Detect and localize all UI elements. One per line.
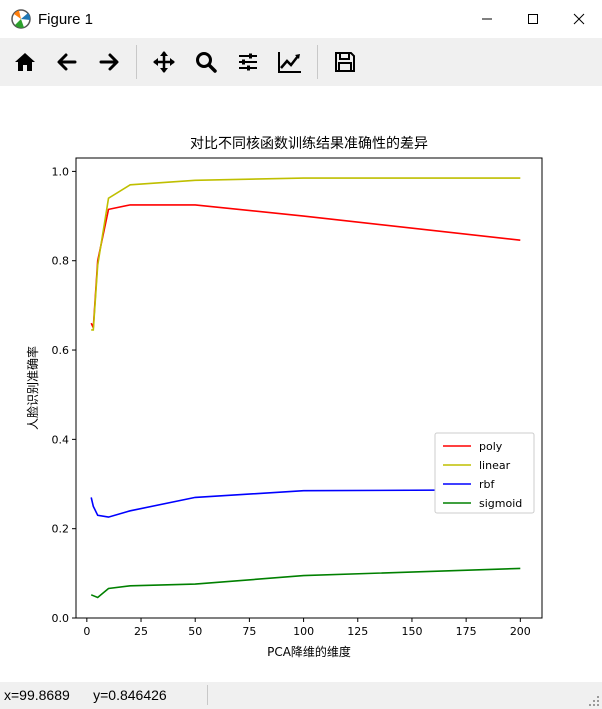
axes-background xyxy=(75,157,543,619)
close-button[interactable] xyxy=(556,0,602,38)
save-button[interactable] xyxy=(328,45,362,79)
zoom-button[interactable] xyxy=(189,45,223,79)
home-icon xyxy=(15,53,35,71)
legend-label-rbf: rbf xyxy=(479,478,496,491)
toolbar-separator xyxy=(317,45,318,79)
legend: poly linear rbf sigmoid xyxy=(434,432,535,514)
y-tick-label: 0.8 xyxy=(52,255,70,268)
minimize-icon xyxy=(482,18,492,20)
y-tick-label: 0.0 xyxy=(52,612,70,625)
chart: 对比不同核函数训练结果准确性的差异 PCA降维的维度 人脸识别准确率 0 25 50… xyxy=(25,136,543,659)
cursor-coordinates: x=99.8689 y=0.846426 xyxy=(4,687,167,703)
home-button[interactable] xyxy=(8,45,42,79)
x-tick-label: 25 xyxy=(134,625,148,638)
x-tick-label: 125 xyxy=(347,625,368,638)
x-tick-label: 75 xyxy=(242,625,256,638)
x-tick-label: 175 xyxy=(456,625,477,638)
y-tick-label: 1.0 xyxy=(52,165,70,178)
chart-title: 对比不同核函数训练结果准确性的差异 xyxy=(190,136,428,152)
title-bar: Figure 1 xyxy=(0,0,602,38)
y-tick-label: 0.2 xyxy=(52,523,70,536)
window-title: Figure 1 xyxy=(38,10,94,28)
navigation-toolbar xyxy=(0,38,602,86)
window-controls xyxy=(464,0,602,38)
x-tick-label: 200 xyxy=(510,625,531,638)
forward-icon xyxy=(99,53,119,71)
edit-axis-icon xyxy=(278,52,301,73)
status-bar: x=99.8689 y=0.846426 xyxy=(0,682,602,709)
legend-label-sigmoid: sigmoid xyxy=(479,497,522,510)
matplotlib-logo-icon xyxy=(11,9,31,29)
x-tick-label: 0 xyxy=(83,625,90,638)
y-tick-label: 0.6 xyxy=(52,344,70,357)
forward-button[interactable] xyxy=(92,45,126,79)
x-tick-label: 100 xyxy=(293,625,314,638)
toolbar-separator xyxy=(136,45,137,79)
close-icon xyxy=(573,13,585,25)
save-icon xyxy=(335,52,355,72)
figure-canvas[interactable]: 对比不同核函数训练结果准确性的差异 PCA降维的维度 人脸识别准确率 0 25 50… xyxy=(0,86,602,682)
back-icon xyxy=(57,53,77,71)
back-button[interactable] xyxy=(50,45,84,79)
pan-button[interactable] xyxy=(147,45,181,79)
maximize-icon xyxy=(528,14,538,24)
legend-label-linear: linear xyxy=(479,459,511,472)
y-axis-label: 人脸识别准确率 xyxy=(25,346,40,430)
legend-label-poly: poly xyxy=(479,440,503,453)
zoom-icon xyxy=(196,52,217,73)
maximize-button[interactable] xyxy=(510,0,556,38)
x-tick-label: 50 xyxy=(188,625,202,638)
status-separator xyxy=(207,685,208,705)
configure-subplots-button[interactable] xyxy=(231,45,265,79)
x-axis-label: PCA降维的维度 xyxy=(267,644,351,659)
y-tick-label: 0.4 xyxy=(52,433,70,446)
resize-grip-icon[interactable] xyxy=(588,695,600,707)
x-tick-label: 150 xyxy=(401,625,422,638)
configure-subplots-icon xyxy=(239,53,257,71)
edit-axis-button[interactable] xyxy=(273,45,307,79)
minimize-button[interactable] xyxy=(464,0,510,38)
pan-icon xyxy=(153,51,175,73)
